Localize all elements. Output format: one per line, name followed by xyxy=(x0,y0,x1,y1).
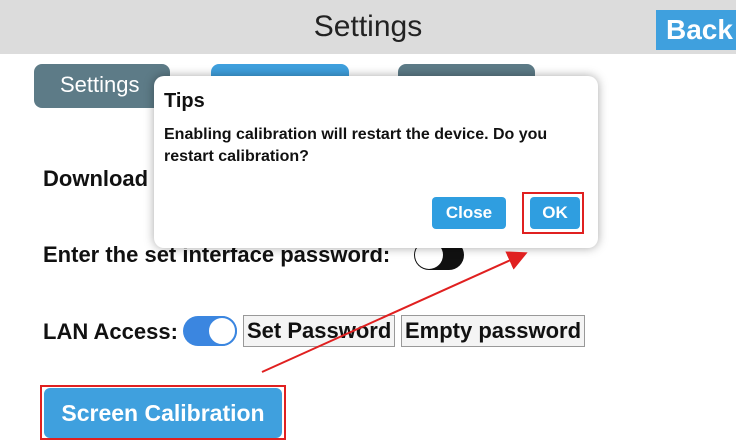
annotation-arrow xyxy=(261,251,528,373)
annotation-arrow-layer xyxy=(261,251,528,373)
